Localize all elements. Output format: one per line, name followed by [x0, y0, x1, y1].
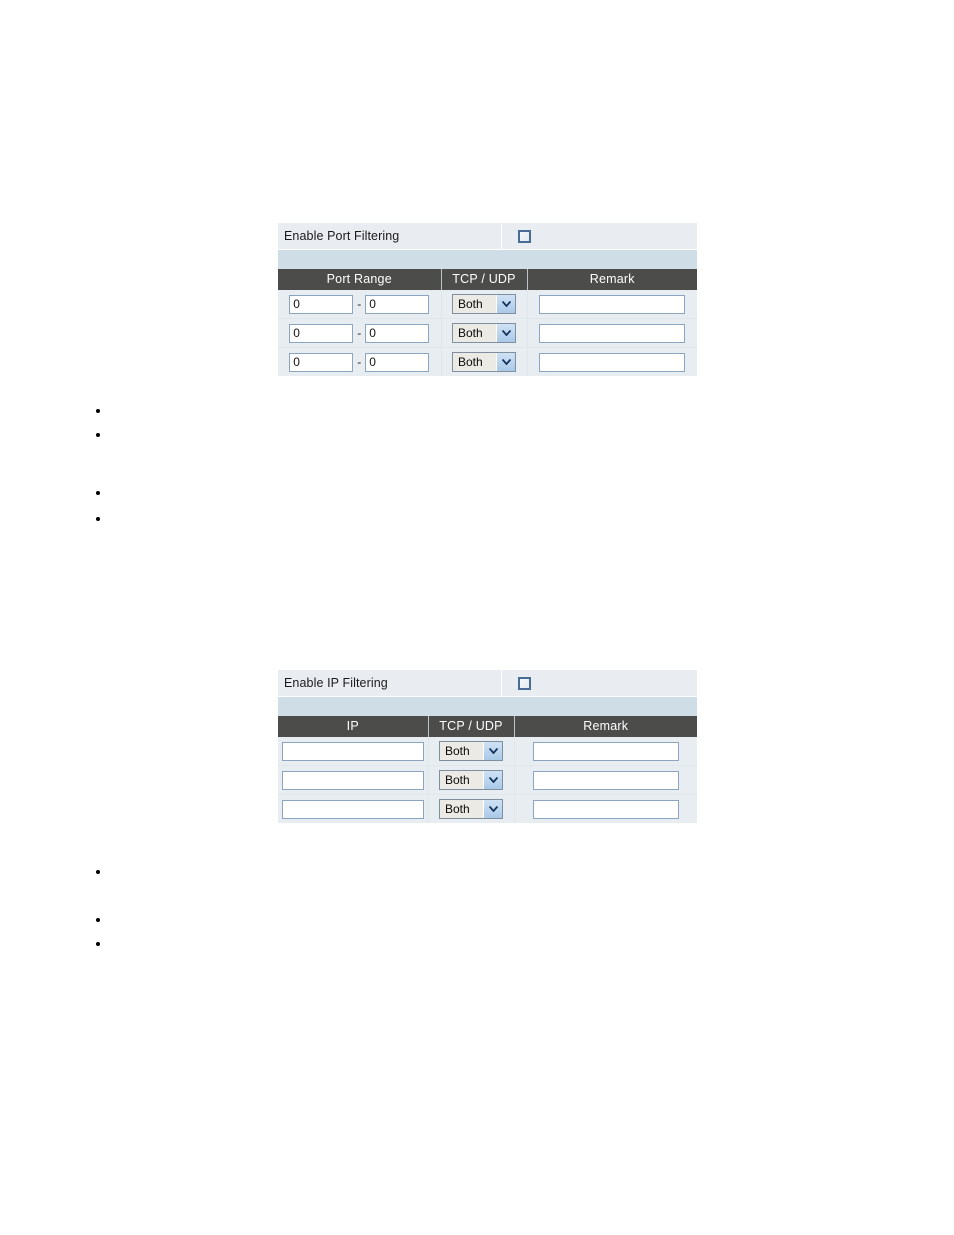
port-remark-input-1[interactable] [539, 294, 686, 314]
bullet-dot [96, 433, 100, 437]
port-remark-input-3[interactable] [539, 352, 686, 372]
ip-address-input-3[interactable] [281, 799, 424, 819]
port-range-column-header: Port Range [278, 269, 442, 290]
table-row: Both [278, 737, 697, 766]
ip-address-cell [278, 765, 429, 795]
table-row: - Both [278, 347, 697, 376]
port-protocol-select-1[interactable]: Both [452, 294, 516, 314]
port-panel-spacer [278, 250, 697, 269]
ip-address-input-1[interactable] [281, 741, 424, 761]
bullet-dot [96, 491, 100, 495]
port-protocol-cell: Both [441, 318, 528, 348]
ip-protocol-select-value-1: Both [440, 742, 483, 760]
port-protocol-select-value-3: Both [453, 353, 496, 371]
bullet-dot [96, 517, 100, 521]
chevron-down-icon[interactable] [483, 771, 502, 789]
port-start-input-3[interactable] [289, 352, 354, 372]
port-filtering-panel: Enable Port Filtering Port Range TCP / U… [278, 223, 697, 376]
ip-remark-column-header: Remark [514, 716, 697, 737]
port-range-cell: - [278, 347, 442, 376]
ip-address-input-2[interactable] [281, 770, 424, 790]
port-filtering-table: Port Range TCP / UDP Remark - [278, 269, 697, 376]
port-protocol-column-header: TCP / UDP [441, 269, 528, 290]
port-protocol-select-2[interactable]: Both [452, 323, 516, 343]
enable-port-filtering-checkbox[interactable] [518, 229, 531, 243]
port-end-input-2[interactable] [365, 323, 430, 343]
port-remark-cell [527, 318, 697, 348]
port-filtering-checkbox-cell [501, 223, 697, 249]
ip-column-header: IP [278, 716, 429, 737]
ip-remark-cell [514, 765, 697, 795]
port-range-dash: - [357, 297, 362, 311]
chevron-down-icon[interactable] [483, 742, 502, 760]
ip-remark-input-3[interactable] [532, 799, 679, 819]
port-start-input-1[interactable] [289, 294, 354, 314]
port-protocol-cell: Both [441, 347, 528, 376]
ip-remark-input-2[interactable] [532, 770, 679, 790]
ip-protocol-select-value-3: Both [440, 800, 483, 818]
bullet-dot [96, 870, 100, 874]
port-filtering-header-row: Enable Port Filtering [278, 223, 697, 250]
bullet-dot [96, 409, 100, 413]
ip-protocol-select-value-2: Both [440, 771, 483, 789]
port-range-cell: - [278, 318, 442, 348]
ip-remark-cell [514, 794, 697, 823]
ip-filtering-panel: Enable IP Filtering IP TCP / UDP Remark [278, 670, 697, 823]
port-filtering-title: Enable Port Filtering [284, 229, 400, 243]
ip-address-cell [278, 737, 429, 766]
port-start-input-2[interactable] [289, 323, 354, 343]
table-row: Both [278, 794, 697, 823]
ip-protocol-cell: Both [428, 765, 515, 795]
ip-filtering-checkbox-cell [501, 670, 697, 696]
port-protocol-select-value-2: Both [453, 324, 496, 342]
enable-ip-filtering-checkbox[interactable] [518, 676, 531, 690]
bullet-dot [96, 918, 100, 922]
bullet-dot [96, 942, 100, 946]
ip-table-header-row: IP TCP / UDP Remark [278, 716, 697, 737]
ip-protocol-select-2[interactable]: Both [439, 770, 503, 790]
port-protocol-cell: Both [441, 290, 528, 319]
ip-protocol-cell: Both [428, 794, 515, 823]
ip-panel-spacer [278, 697, 697, 716]
table-row: - Both [278, 318, 697, 348]
ip-protocol-select-1[interactable]: Both [439, 741, 503, 761]
port-protocol-select-3[interactable]: Both [452, 352, 516, 372]
ip-address-cell [278, 794, 429, 823]
chevron-down-icon[interactable] [496, 324, 515, 342]
chevron-down-icon[interactable] [496, 295, 515, 313]
chevron-down-icon[interactable] [496, 353, 515, 371]
port-table-header-row: Port Range TCP / UDP Remark [278, 269, 697, 290]
ip-remark-input-1[interactable] [532, 741, 679, 761]
port-remark-column-header: Remark [527, 269, 697, 290]
chevron-down-icon[interactable] [483, 800, 502, 818]
ip-protocol-cell: Both [428, 737, 515, 766]
port-range-dash: - [357, 355, 362, 369]
table-row: Both [278, 765, 697, 795]
port-remark-cell [527, 347, 697, 376]
port-remark-cell [527, 290, 697, 319]
ip-protocol-column-header: TCP / UDP [428, 716, 515, 737]
port-remark-input-2[interactable] [539, 323, 686, 343]
ip-filtering-title: Enable IP Filtering [284, 676, 388, 690]
port-end-input-3[interactable] [365, 352, 430, 372]
ip-filtering-header-row: Enable IP Filtering [278, 670, 697, 697]
ip-filtering-table: IP TCP / UDP Remark Both Both Both [278, 716, 697, 823]
ip-remark-cell [514, 737, 697, 766]
port-protocol-select-value-1: Both [453, 295, 496, 313]
port-range-dash: - [357, 326, 362, 340]
port-end-input-1[interactable] [365, 294, 430, 314]
table-row: - Both [278, 290, 697, 319]
port-range-cell: - [278, 290, 442, 319]
ip-protocol-select-3[interactable]: Both [439, 799, 503, 819]
